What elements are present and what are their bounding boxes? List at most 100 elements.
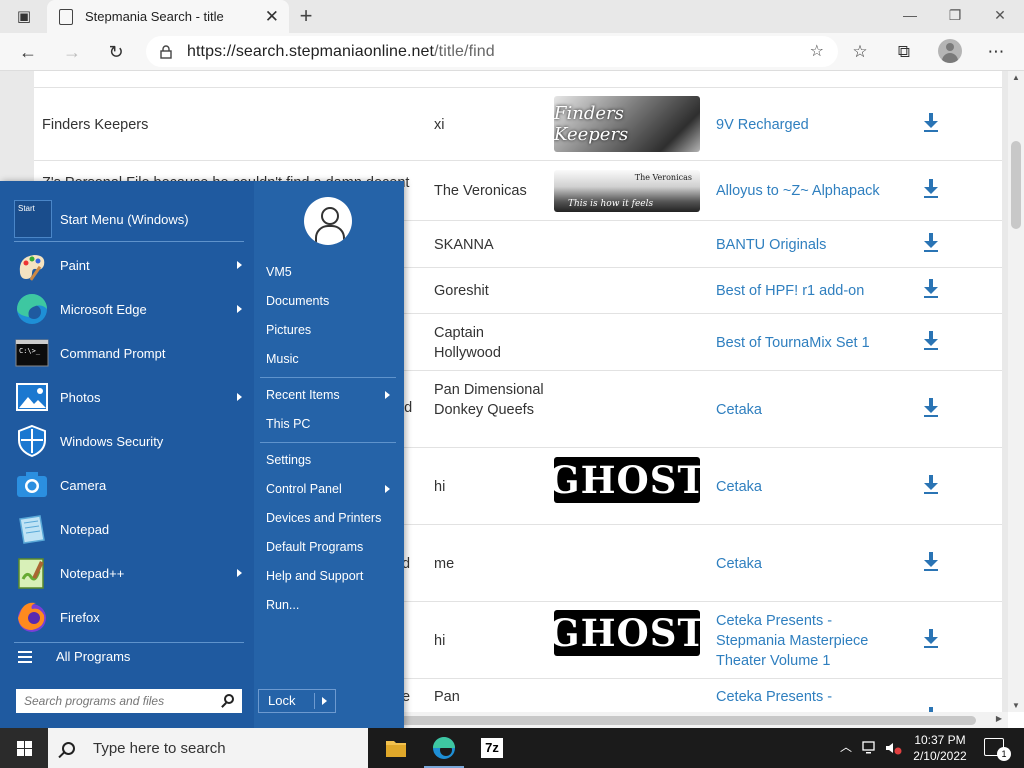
download-icon[interactable] [922, 330, 940, 351]
start-button[interactable] [0, 728, 48, 768]
start-right-label: Pictures [266, 323, 312, 337]
pack-link[interactable]: 9V Recharged [716, 115, 891, 135]
lock-divider [314, 693, 315, 709]
start-right-vm5[interactable]: VM5 [266, 261, 396, 283]
song-banner[interactable]: GHOST [554, 610, 700, 656]
song-banner[interactable]: Finders Keepers [554, 96, 700, 152]
submenu-arrow-icon[interactable] [237, 261, 242, 269]
submenu-arrow-icon[interactable] [385, 391, 390, 399]
start-item-command-prompt[interactable]: C:\>_ Command Prompt [14, 333, 246, 373]
song-banner[interactable]: The Veronicas This is how it feels [554, 170, 700, 212]
volume-muted-icon[interactable] [884, 740, 902, 756]
start-item-label: Camera [60, 477, 107, 493]
download-icon[interactable] [922, 628, 940, 649]
tab-actions-icon[interactable]: ▣ [12, 5, 36, 27]
start-right-label: Documents [266, 294, 330, 308]
restore-button[interactable]: ❐ [935, 4, 975, 26]
pack-link[interactable]: BANTU Originals [716, 235, 891, 255]
start-right-documents[interactable]: Documents [266, 290, 396, 312]
download-icon[interactable] [922, 474, 940, 495]
lock-icon [160, 44, 172, 59]
start-item-firefox[interactable]: Firefox [14, 597, 246, 637]
collections-icon[interactable]: ⧉ [892, 40, 916, 64]
start-search-input[interactable] [24, 694, 214, 708]
user-avatar[interactable] [304, 197, 352, 245]
pack-link[interactable]: Cetaka [716, 554, 891, 574]
start-menu-header[interactable]: Start Start Menu (Windows) [14, 199, 189, 239]
lock-button[interactable]: Lock [258, 689, 336, 713]
lock-options-arrow-icon[interactable] [322, 697, 327, 705]
start-right-pictures[interactable]: Pictures [266, 319, 396, 341]
add-favorite-icon[interactable]: ☆ [810, 41, 824, 61]
clock-date: 2/10/2022 [913, 749, 967, 763]
start-right-this-pc[interactable]: This PC [266, 413, 396, 435]
notepadplusplus-icon [14, 555, 50, 591]
start-right-music[interactable]: Music [266, 348, 396, 370]
close-tab-icon[interactable]: ✕ [265, 7, 279, 27]
download-icon[interactable] [922, 397, 940, 418]
submenu-arrow-icon[interactable] [237, 569, 242, 577]
scroll-down-icon[interactable]: ▼ [1012, 701, 1020, 710]
profile-avatar[interactable] [938, 39, 962, 63]
lock-label: Lock [268, 693, 296, 708]
submenu-arrow-icon[interactable] [385, 485, 390, 493]
submenu-arrow-icon[interactable] [237, 393, 242, 401]
download-icon[interactable] [922, 279, 940, 299]
start-right-run[interactable]: Run... [266, 594, 396, 616]
svg-text:C:\>_: C:\>_ [19, 347, 41, 355]
start-right-control-panel[interactable]: Control Panel [266, 478, 396, 500]
start-right-recent-items[interactable]: Recent Items [266, 384, 396, 406]
more-menu-icon[interactable]: ⋯ [984, 40, 1008, 64]
song-banner[interactable]: GHOST [554, 457, 700, 503]
start-right-help-and-support[interactable]: Help and Support [266, 565, 396, 587]
address-bar[interactable]: https://search.stepmaniaonline.net/title… [146, 36, 838, 67]
download-icon[interactable] [922, 232, 940, 253]
search-icon[interactable] [224, 694, 234, 704]
download-icon[interactable] [922, 551, 940, 572]
pack-link[interactable]: Ceteka Presents - [716, 687, 891, 707]
song-artist: me [434, 555, 455, 572]
download-icon[interactable] [922, 112, 940, 133]
start-item-camera[interactable]: Camera [14, 465, 246, 505]
minimize-button[interactable]: — [890, 4, 930, 26]
close-window-button[interactable]: ✕ [980, 4, 1020, 26]
start-item-windows-security[interactable]: Windows Security [14, 421, 246, 461]
all-programs-button[interactable]: All Programs [18, 649, 130, 664]
new-tab-button[interactable]: + [294, 4, 318, 28]
download-icon[interactable] [922, 179, 940, 199]
scroll-right-icon[interactable]: ▶ [996, 714, 1002, 723]
notification-center-icon[interactable]: 1 [984, 738, 1011, 761]
forward-button[interactable]: → [58, 38, 86, 66]
favorites-icon[interactable]: ☆ [848, 40, 872, 64]
pack-link[interactable]: Best of TournaMix Set 1 [716, 333, 891, 353]
start-item-photos[interactable]: Photos [14, 377, 246, 417]
scroll-up-icon[interactable]: ▲ [1012, 73, 1020, 82]
start-item-label: Notepad++ [60, 565, 125, 581]
tab-stepmania-search[interactable]: Stepmania Search - title ✕ [47, 0, 289, 33]
vertical-scrollbar[interactable]: ▲ ▼ [1008, 71, 1024, 712]
start-right-devices-and-printers[interactable]: Devices and Printers [266, 507, 396, 529]
start-right-settings[interactable]: Settings [266, 449, 396, 471]
pack-link[interactable]: Ceteka Presents - Stepmania Masterpiece … [716, 611, 891, 671]
start-search-box[interactable] [16, 689, 242, 713]
7zip-taskbar-button[interactable]: 7z [468, 728, 516, 768]
start-right-default-programs[interactable]: Default Programs [266, 536, 396, 558]
submenu-arrow-icon[interactable] [237, 305, 242, 313]
start-item-paint[interactable]: Paint [14, 245, 246, 285]
vertical-scroll-thumb[interactable] [1011, 141, 1021, 229]
show-hidden-icons-icon[interactable]: ︿ [840, 738, 852, 755]
taskbar-clock[interactable]: 10:37 PM 2/10/2022 [908, 732, 972, 764]
pack-link[interactable]: Alloyus to ~Z~ Alphapack [716, 181, 891, 201]
taskbar-search[interactable]: Type here to search [48, 728, 368, 768]
network-icon[interactable] [862, 740, 878, 756]
back-button[interactable]: ← [14, 38, 42, 66]
start-item-notepadplusplus[interactable]: Notepad++ [14, 553, 246, 593]
file-explorer-taskbar-button[interactable] [372, 728, 420, 768]
pack-link[interactable]: Best of HPF! r1 add-on [716, 281, 891, 301]
refresh-button[interactable]: ↻ [102, 38, 130, 66]
pack-link[interactable]: Cetaka [716, 477, 891, 497]
edge-taskbar-button[interactable] [420, 728, 468, 768]
pack-link[interactable]: Cetaka [716, 400, 891, 420]
start-item-microsoft-edge[interactable]: Microsoft Edge [14, 289, 246, 329]
start-item-notepad[interactable]: Notepad [14, 509, 246, 549]
